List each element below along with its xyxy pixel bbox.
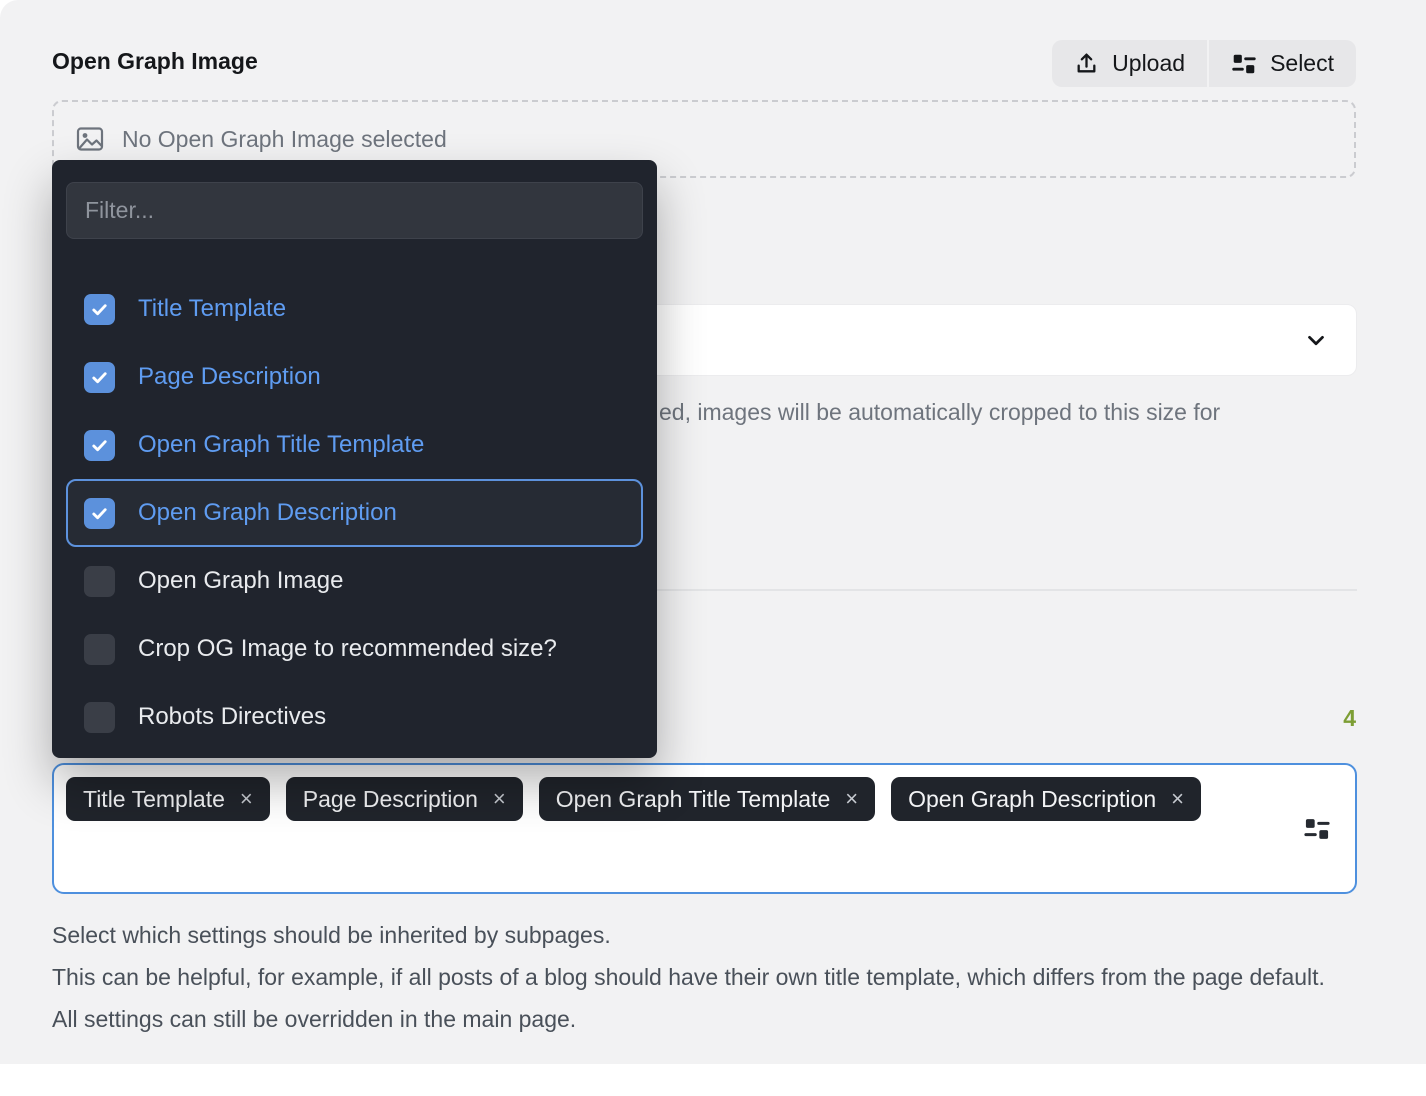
option-og-description[interactable]: Open Graph Description [66,479,643,547]
checkbox-icon[interactable] [84,498,115,529]
og-image-field-label: Open Graph Image [52,48,258,75]
option-label: Page Description [138,363,321,391]
option-robots-directives[interactable]: Robots Directives [66,683,643,751]
dropdown-options-list: Title Template Page Description Open Gra… [66,275,643,751]
tag-label: Title Template [83,786,225,813]
tag-page-description: Page Description × [286,777,523,821]
tag-label: Page Description [303,786,478,813]
remove-tag-icon[interactable]: × [1171,788,1184,810]
crop-note-text: ed, images will be automatically cropped… [659,399,1220,426]
option-title-template[interactable]: Title Template [66,275,643,343]
option-og-title-template[interactable]: Open Graph Title Template [66,411,643,479]
filter-input[interactable] [66,182,643,239]
option-label: Open Graph Description [138,499,397,527]
upload-button[interactable]: Upload [1052,40,1207,87]
option-crop-og-image[interactable]: Crop OG Image to recommended size? [66,615,643,683]
checkbox-icon[interactable] [84,294,115,325]
select-button[interactable]: Select [1209,40,1356,87]
og-image-actions: Upload Select [1052,40,1356,87]
checkbox-icon[interactable] [84,634,115,665]
option-label: Open Graph Title Template [138,431,424,459]
option-page-description[interactable]: Page Description [66,343,643,411]
select-list-icon [1231,51,1257,77]
og-image-placeholder-text: No Open Graph Image selected [122,126,447,153]
remove-tag-icon[interactable]: × [240,788,253,810]
help-line-2: This can be helpful, for example, if all… [52,956,1352,1040]
checkbox-icon[interactable] [84,362,115,393]
tag-og-title-template: Open Graph Title Template × [539,777,875,821]
help-text: Select which settings should be inherite… [52,914,1352,1040]
option-label: Crop OG Image to recommended size? [138,635,557,663]
option-og-image[interactable]: Open Graph Image [66,547,643,615]
tag-label: Open Graph Title Template [556,786,830,813]
upload-icon [1074,51,1099,76]
tag-label: Open Graph Description [908,786,1156,813]
checkbox-icon[interactable] [84,566,115,597]
upload-button-label: Upload [1112,50,1185,77]
tag-og-description: Open Graph Description × [891,777,1201,821]
remove-tag-icon[interactable]: × [845,788,858,810]
settings-filter-dropdown: Title Template Page Description Open Gra… [52,160,657,758]
option-label: Title Template [138,295,286,323]
checkbox-icon[interactable] [84,702,115,733]
checkbox-icon[interactable] [84,430,115,461]
option-label: Robots Directives [138,703,326,731]
select-list-icon[interactable] [1303,815,1331,843]
tag-title-template: Title Template × [66,777,270,821]
select-button-label: Select [1270,50,1334,77]
image-icon [75,124,105,154]
remove-tag-icon[interactable]: × [493,788,506,810]
inherited-settings-field[interactable]: Title Template × Page Description × Open… [52,763,1357,894]
help-line-1: Select which settings should be inherite… [52,914,1352,956]
option-label: Open Graph Image [138,567,343,595]
selected-count-badge: 4 [1343,705,1356,732]
chevron-down-icon [1302,326,1330,354]
